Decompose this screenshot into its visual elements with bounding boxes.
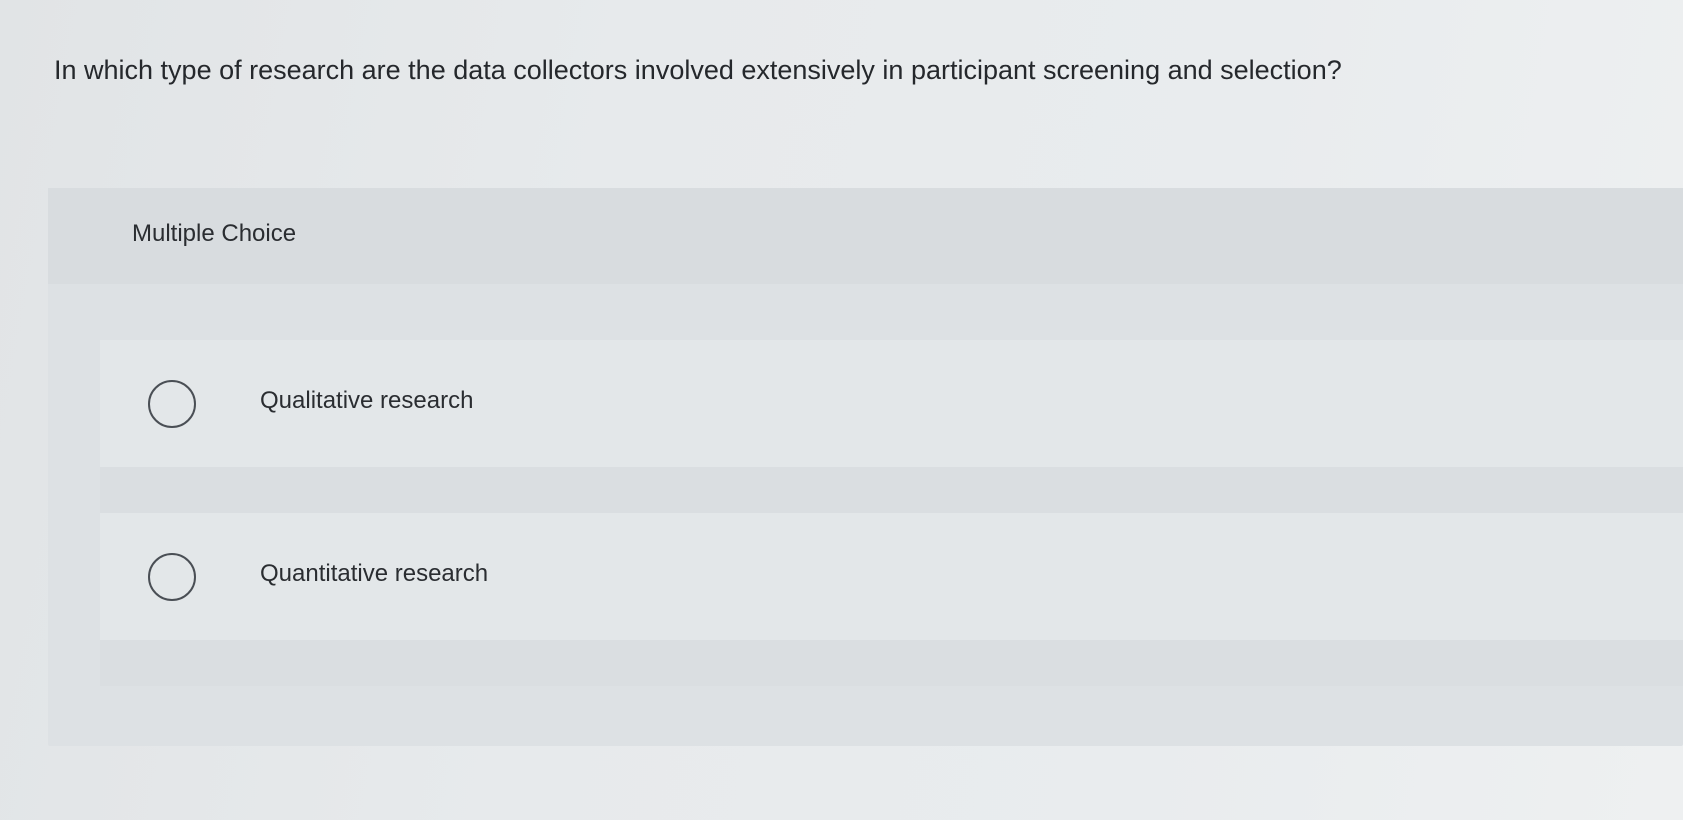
answer-option-label[interactable]: Qualitative research [260, 384, 473, 418]
answer-option-label[interactable]: Quantitative research [260, 557, 488, 591]
card-header: Multiple Choice [48, 188, 1683, 284]
question-type-label: Multiple Choice [132, 220, 297, 247]
question-text: In which type of research are the data c… [54, 55, 1342, 85]
option-separator [100, 640, 1683, 686]
option-separator [100, 467, 1683, 513]
multiple-choice-card: Multiple Choice Qualitative research Qua… [48, 188, 1683, 746]
answer-option-qualitative[interactable]: Qualitative research [100, 340, 1683, 467]
radio-button-icon[interactable] [148, 380, 196, 428]
answer-option-quantitative[interactable]: Quantitative research [100, 513, 1683, 640]
radio-button-icon[interactable] [148, 553, 196, 601]
